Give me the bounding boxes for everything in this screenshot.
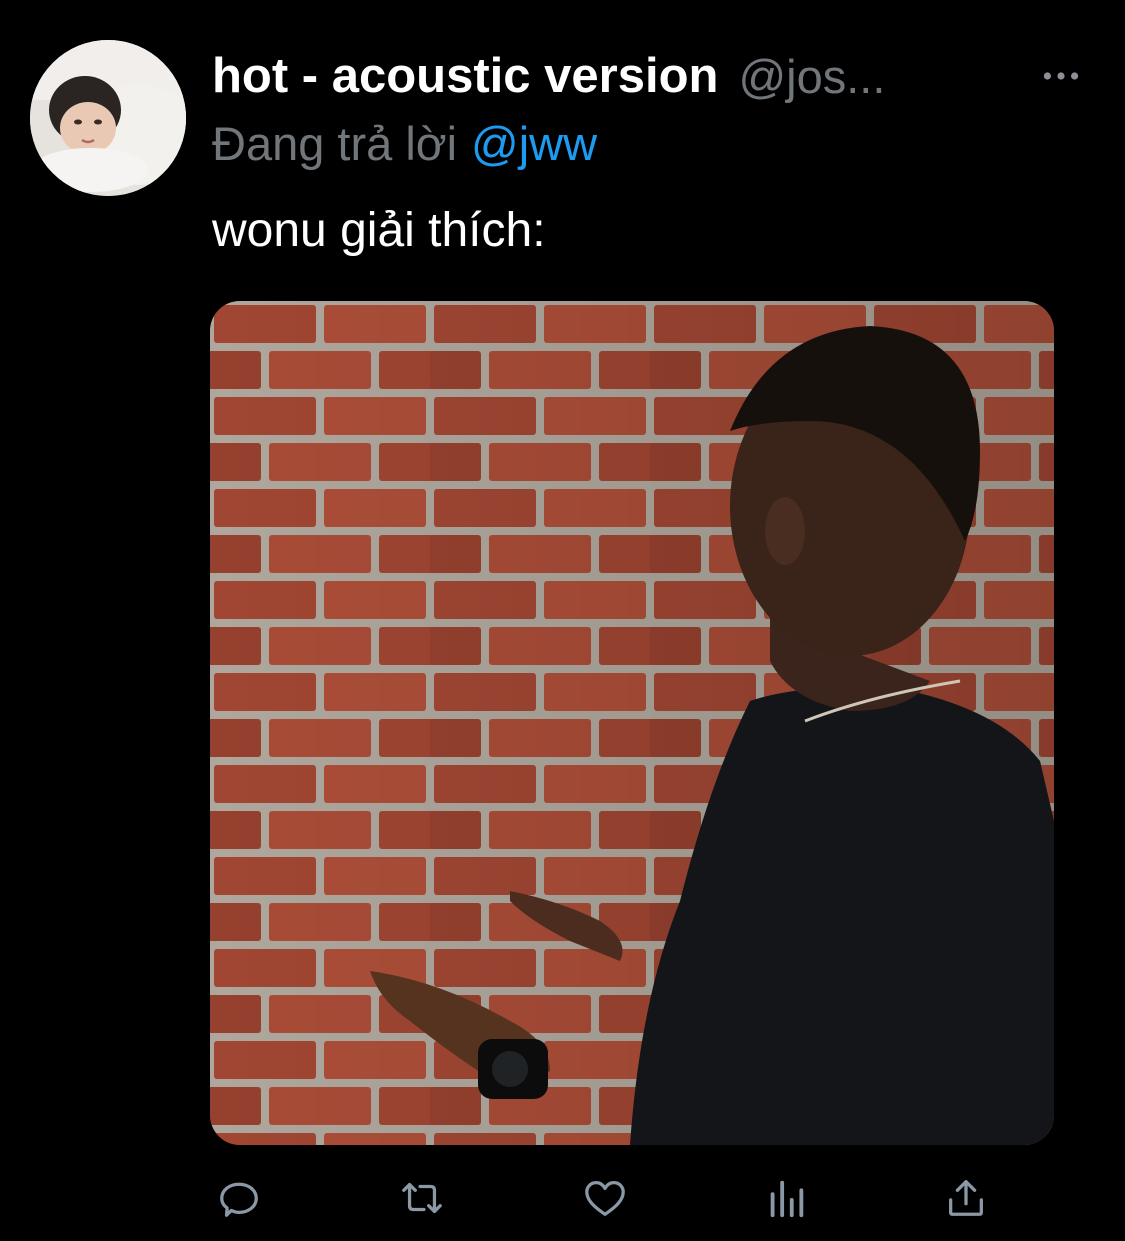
replying-to-label: Đang trả lời — [212, 117, 458, 170]
user-handle[interactable]: @jos... — [738, 49, 885, 104]
replying-to: Đang trả lời @jww — [212, 116, 597, 171]
retweet-button[interactable] — [394, 1170, 450, 1226]
analytics-button[interactable] — [758, 1170, 814, 1226]
analytics-bars-icon — [770, 1180, 804, 1218]
avatar-image — [30, 40, 186, 196]
tweet-media[interactable] — [210, 301, 1054, 1145]
action-bar — [0, 1170, 1125, 1226]
retweet-icon — [402, 1182, 442, 1214]
media-image — [210, 301, 1054, 1145]
like-button[interactable] — [577, 1170, 633, 1226]
more-horizontal-icon — [1043, 72, 1079, 80]
heart-icon — [585, 1181, 625, 1216]
share-button[interactable] — [938, 1170, 994, 1226]
reply-button[interactable] — [211, 1170, 267, 1226]
display-name[interactable]: hot - acoustic version — [212, 48, 718, 104]
reply-bubble-icon — [220, 1182, 258, 1217]
reply-mention-link[interactable]: @jww — [471, 117, 597, 170]
avatar[interactable] — [30, 40, 186, 196]
tweet-header: hot - acoustic version @jos... — [212, 46, 1032, 106]
more-options-button[interactable] — [1036, 56, 1086, 96]
share-upload-icon — [949, 1180, 983, 1216]
tweet-text: wonu giải thích: — [212, 204, 546, 257]
